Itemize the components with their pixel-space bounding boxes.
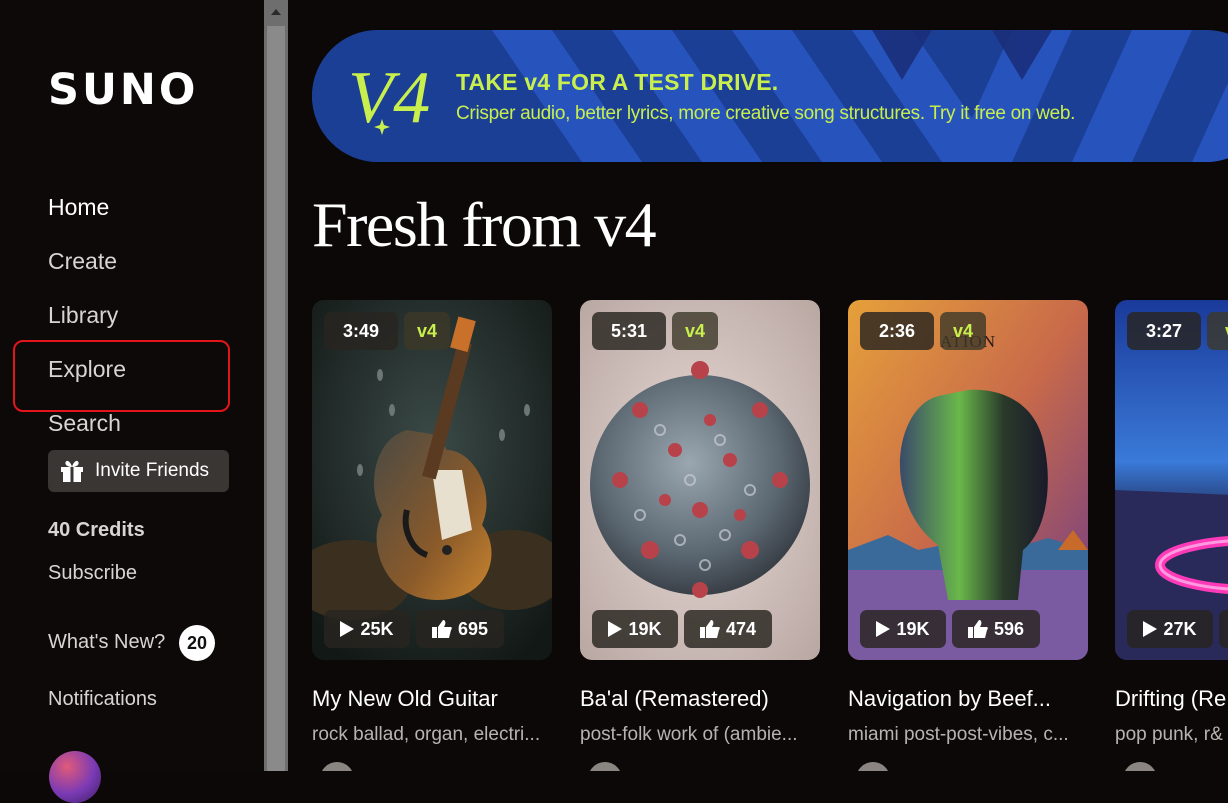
- like-button[interactable]: [1219, 610, 1228, 648]
- banner-subtitle: Crisper audio, better lyrics, more creat…: [456, 103, 1076, 124]
- version-badge: v4: [404, 312, 450, 350]
- like-button[interactable]: 695: [416, 610, 504, 648]
- creator-avatar[interactable]: [856, 762, 890, 771]
- notifications-link[interactable]: Notifications: [48, 688, 157, 711]
- scrollbar-thumb[interactable]: [267, 26, 285, 771]
- thumbs-up-icon: [699, 620, 720, 638]
- like-count: 596: [993, 618, 1025, 639]
- banner-title: TAKE v4 FOR A TEST DRIVE.: [456, 69, 779, 95]
- song-cover-art[interactable]: ATION 2:36 v4 19K 596: [848, 300, 1088, 660]
- duration-badge: 3:49: [324, 312, 398, 350]
- play-count: 25K: [360, 618, 394, 639]
- nav-explore[interactable]: Explore: [48, 355, 126, 383]
- road-cover-image: [1115, 300, 1228, 660]
- svg-text:V4: V4: [348, 57, 430, 136]
- credits-label: 40 Credits: [48, 519, 145, 541]
- scroll-up-arrow[interactable]: [271, 9, 281, 15]
- creator-avatar[interactable]: [588, 762, 622, 771]
- virus-cover-image: [580, 300, 820, 660]
- thumbs-up-icon: [967, 620, 988, 638]
- whats-new-link[interactable]: What's New?: [48, 631, 165, 654]
- nav-library[interactable]: Library: [48, 301, 118, 329]
- version-badge: v4: [940, 312, 986, 350]
- song-title[interactable]: My New Old Guitar: [312, 686, 552, 712]
- v4-logo-icon: V4: [348, 57, 430, 136]
- song-cover-art[interactable]: 3:49 v4 25K 695: [312, 300, 552, 660]
- song-cover-art[interactable]: 5:31 v4 19K 474: [580, 300, 820, 660]
- banner-chevron-pattern: [312, 30, 1228, 162]
- song-title[interactable]: Ba'al (Remastered): [580, 686, 820, 712]
- section-title: Fresh from v4: [312, 189, 657, 260]
- duration-badge: 3:27: [1127, 312, 1201, 350]
- play-icon: [340, 621, 355, 637]
- like-button[interactable]: 596: [952, 610, 1040, 648]
- song-card[interactable]: 5:31 v4 19K 474 Ba'al (Remastered) post-…: [580, 300, 820, 771]
- nav-search[interactable]: Search: [48, 409, 121, 437]
- head-cover-image: ATION: [848, 300, 1088, 660]
- play-icon: [876, 621, 891, 637]
- song-card[interactable]: 3:49 v4 25K 695 My New Old Guitar rock b…: [312, 300, 552, 771]
- v4-promo-banner[interactable]: V4 TAKE v4 FOR A TEST DRIVE. Crisper aud…: [312, 30, 1228, 162]
- user-avatar[interactable]: [49, 751, 101, 803]
- play-count: 19K: [628, 618, 662, 639]
- version-badge: v: [1207, 312, 1228, 350]
- creator-avatar[interactable]: [1123, 762, 1157, 771]
- play-count: 19K: [896, 618, 930, 639]
- nav-home[interactable]: Home: [48, 193, 109, 221]
- song-cover-art[interactable]: 3:27 v 27K: [1115, 300, 1228, 660]
- guitar-cover-image: [312, 300, 552, 660]
- version-badge: v4: [672, 312, 718, 350]
- thumbs-up-icon: [431, 620, 452, 638]
- suno-logo[interactable]: SUNO: [48, 64, 198, 116]
- song-tags: rock ballad, organ, electri...: [312, 724, 541, 745]
- play-icon: [1143, 621, 1158, 637]
- main-content: V4 TAKE v4 FOR A TEST DRIVE. Crisper aud…: [288, 0, 1228, 771]
- song-title[interactable]: Drifting (Re: [1115, 686, 1228, 712]
- invite-friends-button[interactable]: Invite Friends: [48, 450, 229, 492]
- play-icon: [608, 621, 623, 637]
- sidebar-scrollbar[interactable]: [264, 0, 288, 771]
- duration-badge: 2:36: [860, 312, 934, 350]
- play-count-button[interactable]: 19K: [592, 610, 678, 648]
- song-title[interactable]: Navigation by Beef...: [848, 686, 1088, 712]
- whats-new-count-badge: 20: [179, 625, 215, 661]
- creator-avatar[interactable]: [320, 762, 354, 771]
- song-tags: pop punk, r&: [1115, 724, 1223, 745]
- subscribe-link[interactable]: Subscribe: [48, 562, 137, 585]
- duration-badge: 5:31: [592, 312, 666, 350]
- nav-create[interactable]: Create: [48, 247, 117, 275]
- like-button[interactable]: 474: [684, 610, 772, 648]
- song-card[interactable]: 3:27 v 27K Drifting (Re pop punk, r&: [1115, 300, 1228, 771]
- play-count-button[interactable]: 19K: [860, 610, 946, 648]
- play-count: 27K: [1163, 618, 1197, 639]
- gift-icon: [61, 460, 83, 482]
- sidebar: SUNO Home Create Library Explore Search …: [0, 0, 264, 803]
- song-tags: post-folk work of (ambie...: [580, 724, 798, 745]
- song-card[interactable]: ATION 2:36 v4 19K 596 Navigation by Beef…: [848, 300, 1088, 771]
- play-count-button[interactable]: 27K: [1127, 610, 1213, 648]
- invite-friends-label: Invite Friends: [95, 460, 210, 481]
- song-tags: miami post-post-vibes, c...: [848, 724, 1069, 745]
- like-count: 695: [457, 618, 489, 639]
- play-count-button[interactable]: 25K: [324, 610, 410, 648]
- like-count: 474: [725, 618, 757, 639]
